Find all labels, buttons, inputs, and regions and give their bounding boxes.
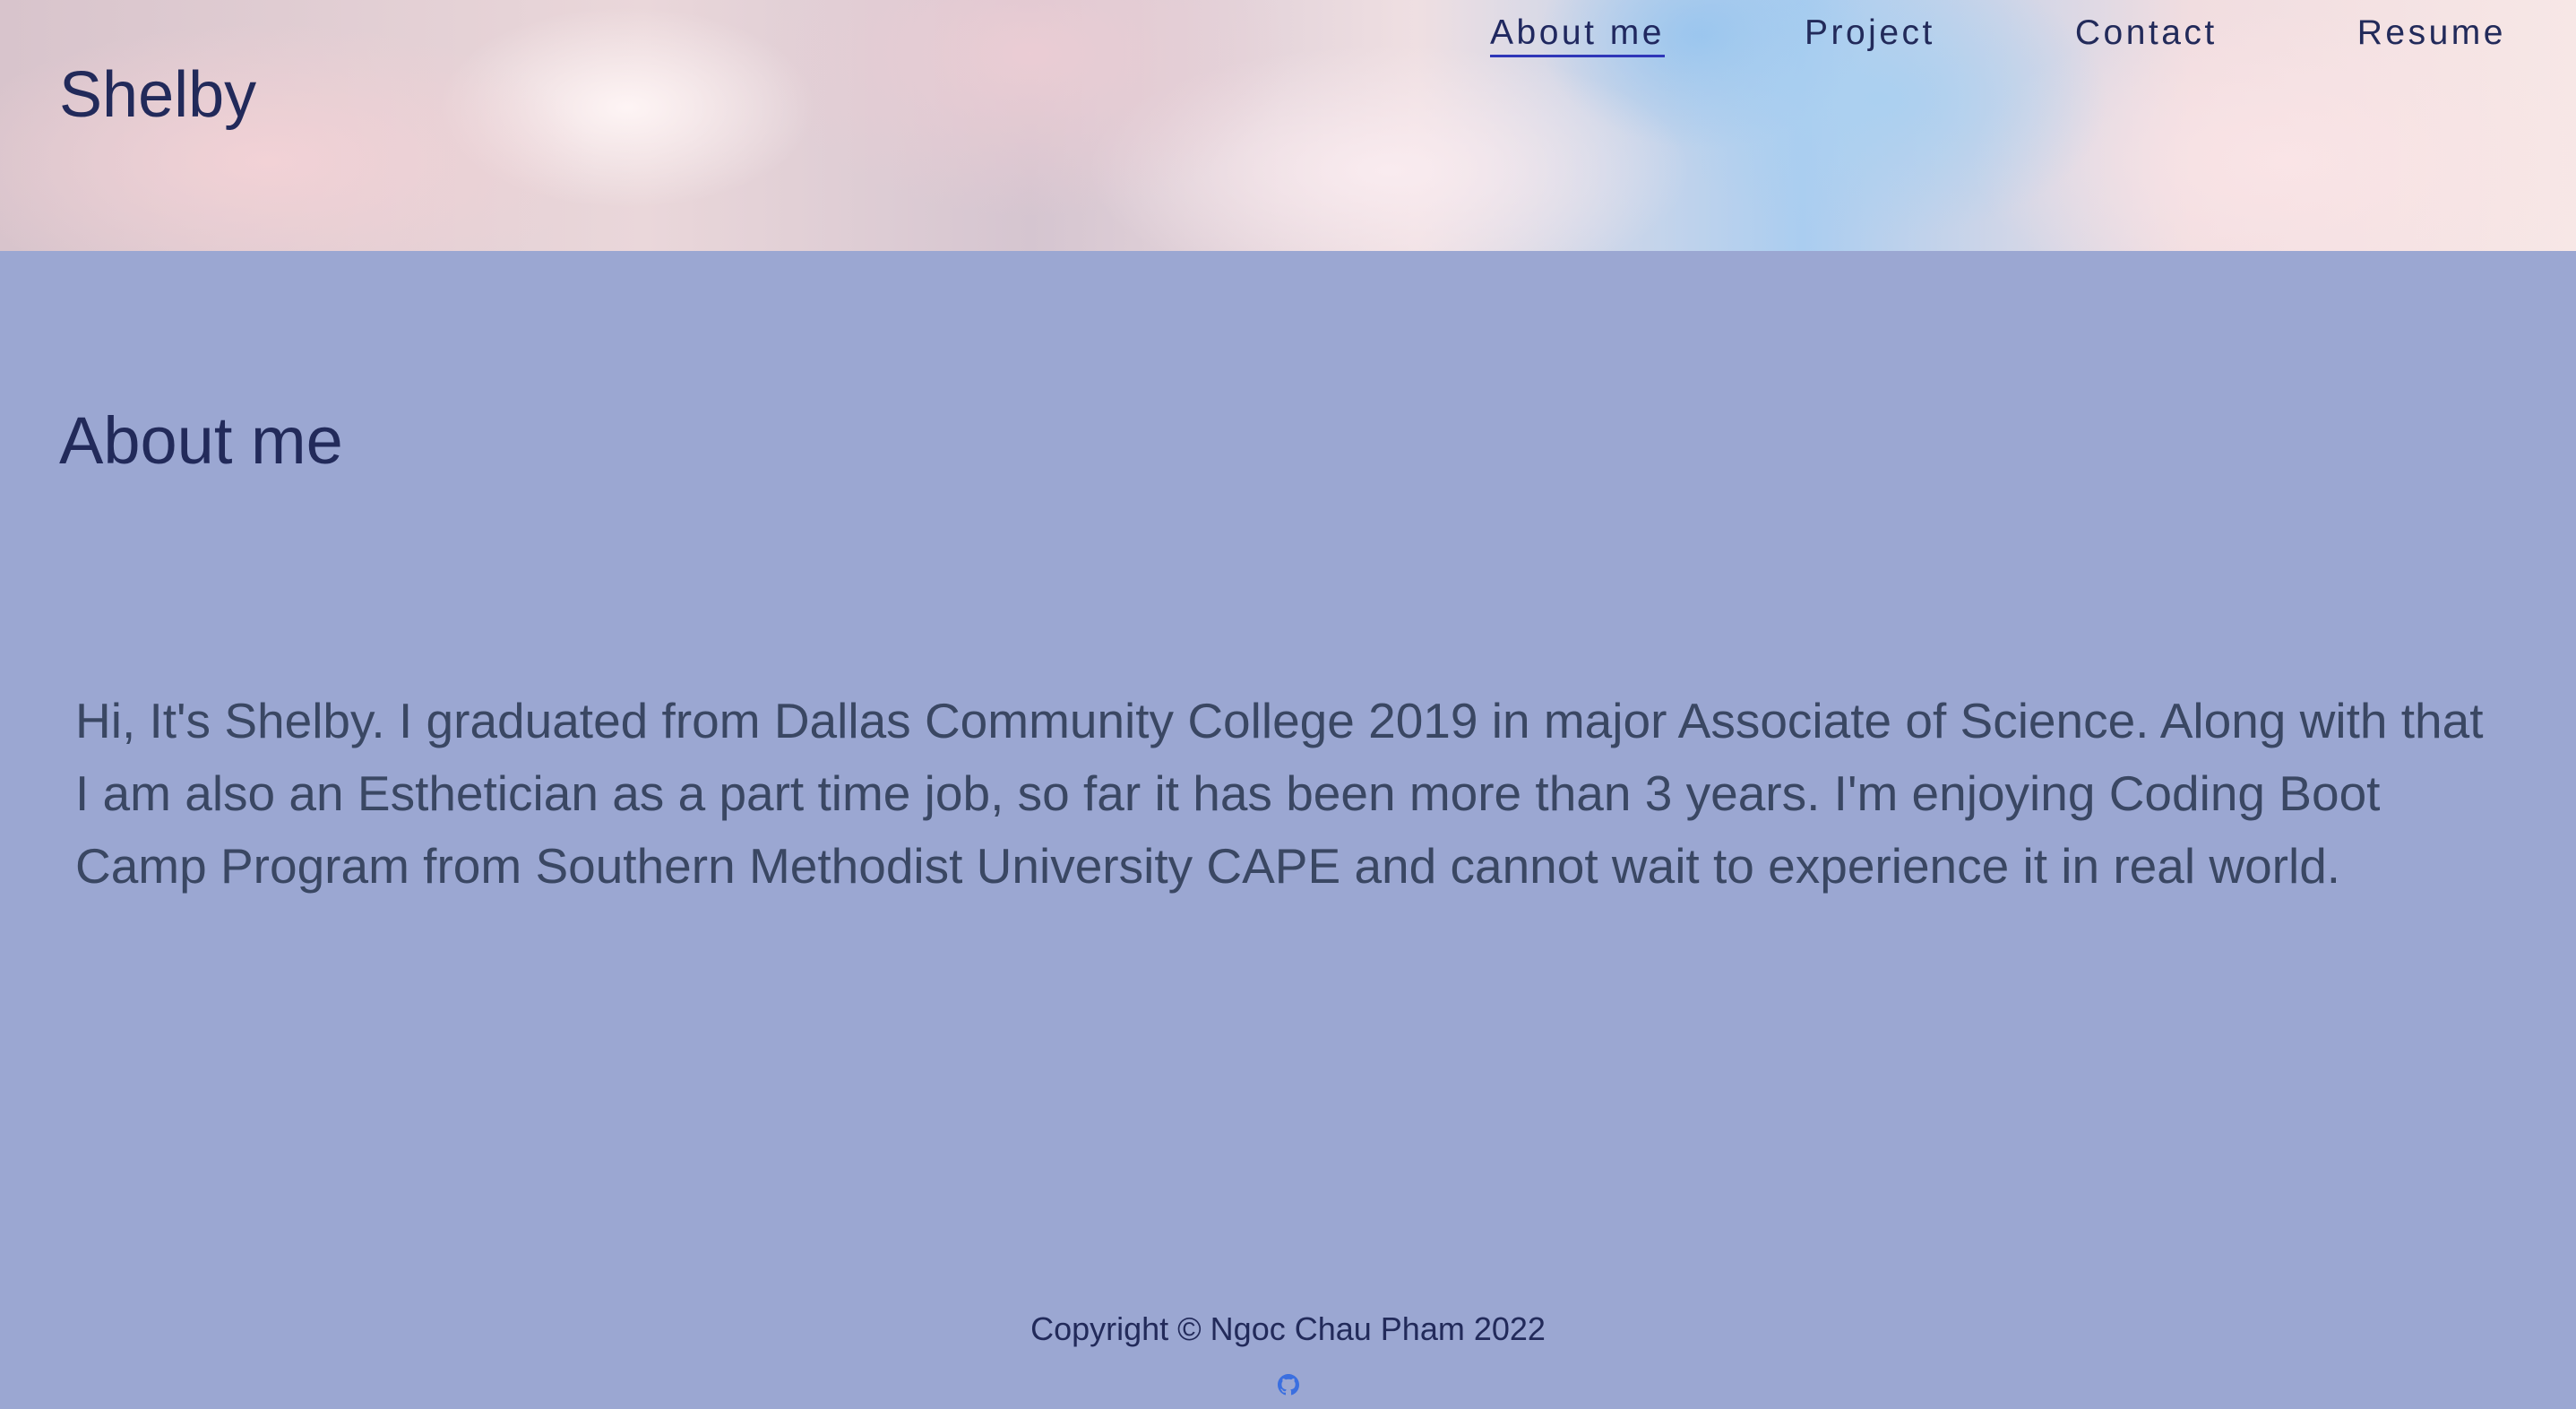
hero-header: Shelby About me Project Contact Resume [0, 0, 2576, 251]
section-title: About me [59, 403, 343, 478]
nav-project[interactable]: Project [1805, 13, 1935, 57]
github-icon[interactable] [1277, 1374, 1299, 1396]
bio-paragraph: Hi, It's Shelby. I graduated from Dallas… [75, 693, 2484, 894]
footer: Copyright © Ngoc Chau Pham 2022 [0, 1313, 2576, 1400]
copyright-text: Copyright © Ngoc Chau Pham 2022 [1030, 1310, 1546, 1347]
nav-about-me[interactable]: About me [1490, 13, 1665, 57]
nav-contact[interactable]: Contact [2075, 13, 2218, 57]
brand-name: Shelby [59, 59, 257, 131]
main-nav: About me Project Contact Resume [1490, 13, 2506, 57]
nav-resume[interactable]: Resume [2357, 13, 2506, 57]
